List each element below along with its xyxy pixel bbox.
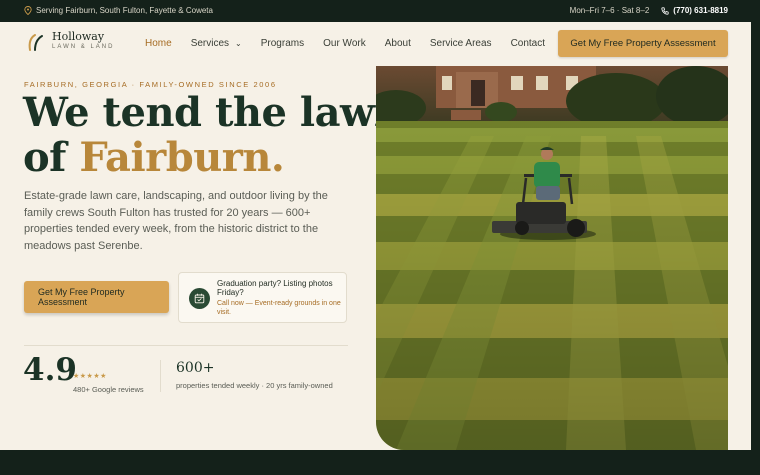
properties-label: properties tended weekly · 20 yrs family… bbox=[176, 381, 333, 390]
nav-item-service-areas[interactable]: Service Areas bbox=[430, 38, 492, 49]
nav-item-our-work[interactable]: Our Work bbox=[323, 38, 366, 49]
rating-score: 4.9 bbox=[23, 352, 77, 388]
phone-link[interactable]: (770) 631-8819 bbox=[661, 6, 728, 15]
hero-lawn-photo bbox=[376, 66, 728, 450]
phone-number: (770) 631-8819 bbox=[673, 6, 728, 15]
hero-headline: We tend the lawns of Fairburn. bbox=[23, 90, 425, 180]
nav-item-services[interactable]: Services ⌄ bbox=[191, 38, 242, 49]
lawn-mowing-illustration bbox=[376, 66, 728, 450]
main-navigation: Holloway LAWN & LAND Home Services ⌄ Prog… bbox=[0, 22, 751, 66]
nav-item-about[interactable]: About bbox=[385, 38, 411, 49]
top-utility-bar: Serving Fairburn, South Fulton, Fayette … bbox=[0, 0, 760, 22]
brand-name: Holloway bbox=[52, 30, 105, 43]
event-promo-card[interactable]: Graduation party? Listing photos Friday?… bbox=[178, 272, 347, 323]
nav-item-contact[interactable]: Contact bbox=[511, 38, 545, 49]
map-pin-icon bbox=[24, 6, 32, 15]
calendar-icon bbox=[194, 293, 205, 304]
hero-assessment-button[interactable]: Get My Free Property Assessment bbox=[24, 281, 169, 313]
page-frame-edge bbox=[751, 0, 760, 475]
stats-divider bbox=[24, 345, 348, 346]
promo-icon-badge bbox=[189, 288, 210, 309]
nav-item-services-label: Services bbox=[190, 38, 230, 49]
headline-accent: Fairburn. bbox=[79, 134, 285, 181]
nav-item-home[interactable]: Home bbox=[145, 38, 172, 49]
header-assessment-button[interactable]: Get My Free Property Assessment bbox=[558, 30, 728, 57]
chevron-down-icon: ⌄ bbox=[235, 39, 242, 48]
properties-count: 600+ bbox=[176, 360, 215, 376]
nav-menu: Home Services ⌄ Programs Our Work About S… bbox=[145, 38, 545, 49]
phone-icon bbox=[661, 6, 669, 15]
hero-description: Estate-grade lawn care, landscaping, and… bbox=[24, 190, 328, 252]
business-hours: Mon–Fri 7–6 · Sat 8–2 bbox=[569, 6, 650, 15]
headline-line-1: We tend the lawns bbox=[23, 89, 425, 136]
stats-separator bbox=[160, 360, 161, 392]
promo-title: Graduation party? Listing photos Friday? bbox=[217, 279, 333, 297]
brand-logo[interactable]: Holloway LAWN & LAND bbox=[27, 31, 114, 52]
promo-subtitle: Call now — Event-ready grounds in one vi… bbox=[217, 300, 341, 316]
service-area-text: Serving Fairburn, South Fulton, Fayette … bbox=[36, 6, 213, 15]
headline-of: of bbox=[23, 134, 66, 181]
brand-subtitle: LAWN & LAND bbox=[52, 44, 115, 50]
footer-band bbox=[0, 450, 760, 475]
headline-line-2: of Fairburn. bbox=[23, 135, 425, 180]
nav-item-programs[interactable]: Programs bbox=[261, 38, 304, 49]
leaf-logo-icon bbox=[28, 33, 43, 51]
star-rating: ★★★★★ bbox=[73, 373, 107, 380]
hero-eyebrow: FAIRBURN, GEORGIA · FAMILY-OWNED SINCE 2… bbox=[24, 80, 277, 89]
review-count: 480+ Google reviews bbox=[73, 385, 144, 394]
